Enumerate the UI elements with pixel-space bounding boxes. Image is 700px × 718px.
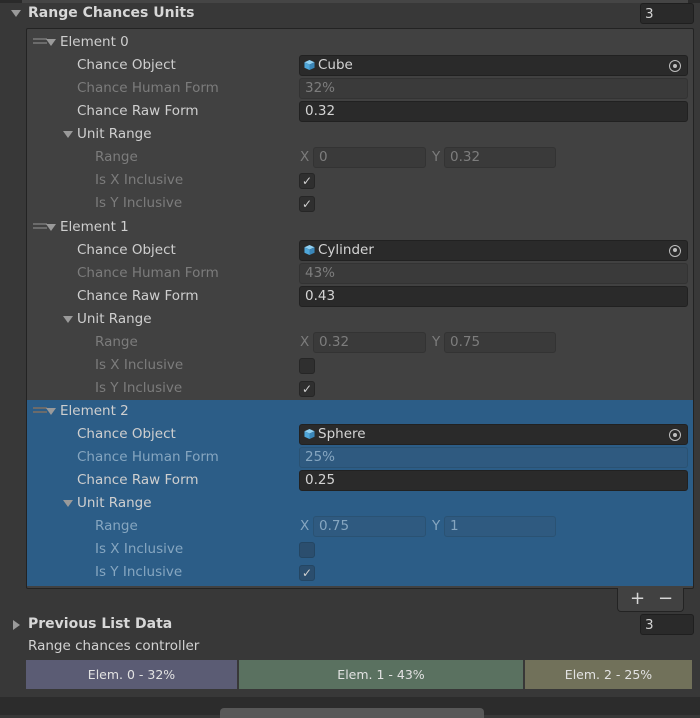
is-y-inclusive-checkbox[interactable]: ✓ xyxy=(299,380,315,397)
triangle-down-icon[interactable] xyxy=(63,315,73,323)
object-picker-icon[interactable] xyxy=(669,429,681,441)
chance-object-value: Cylinder xyxy=(318,241,374,258)
unit-range-label[interactable]: Unit Range xyxy=(77,495,152,511)
drag-handle-icon[interactable] xyxy=(33,222,47,229)
chance-object-label: Chance Object xyxy=(77,241,176,258)
range-x-label: X xyxy=(300,518,310,534)
range-x-field: 0 xyxy=(313,147,426,168)
is-x-inclusive-label: Is X Inclusive xyxy=(95,541,184,557)
range-chances-units-label[interactable]: Range Chances Units xyxy=(28,5,194,21)
chance-human-form-field: 43% xyxy=(299,262,688,284)
range-x-field: 0.75 xyxy=(313,516,426,537)
chance-raw-form-field[interactable]: 0.32 xyxy=(299,101,688,122)
range-segment-1[interactable]: Elem. 1 - 43% xyxy=(239,660,523,689)
range-y-label: Y xyxy=(432,518,441,534)
triangle-down-icon[interactable] xyxy=(63,131,73,138)
drag-handle-icon[interactable] xyxy=(33,38,47,44)
range-y-field: 0.32 xyxy=(444,147,556,168)
is-x-inclusive-checkbox[interactable] xyxy=(299,357,315,374)
chance-object-value: Sphere xyxy=(318,426,366,442)
range-chances-controller-title: Range chances controller xyxy=(28,638,200,654)
triangle-right-icon[interactable] xyxy=(13,620,20,630)
cube-icon xyxy=(304,59,315,71)
triangle-down-icon[interactable] xyxy=(63,500,73,507)
is-x-inclusive-label: Is X Inclusive xyxy=(95,172,184,188)
chance-human-form-field: 32% xyxy=(299,78,688,99)
triangle-down-icon[interactable] xyxy=(46,223,56,231)
chance-object-value: Cube xyxy=(318,57,353,73)
is-y-inclusive-label: Is Y Inclusive xyxy=(95,379,183,396)
checkmark-icon: ✓ xyxy=(301,197,313,211)
object-picker-icon[interactable] xyxy=(669,244,681,257)
range-x-field: 0.32 xyxy=(313,331,426,353)
triangle-down-icon[interactable] xyxy=(46,408,56,415)
checkmark-icon: ✓ xyxy=(301,566,313,580)
remove-element-button[interactable]: − xyxy=(658,588,673,610)
cube-icon xyxy=(304,428,315,440)
range-y-label: Y xyxy=(432,149,441,165)
drag-handle-icon[interactable] xyxy=(33,407,47,413)
chance-human-form-field: 25% xyxy=(299,447,688,468)
checkmark-icon: ✓ xyxy=(301,381,313,396)
range-segment-2[interactable]: Elem. 2 - 25% xyxy=(525,660,692,689)
range-x-label: X xyxy=(300,149,310,165)
chance-raw-form-label: Chance Raw Form xyxy=(77,287,199,304)
chance-object-field[interactable]: Cylinder xyxy=(299,239,688,261)
add-element-button[interactable]: + xyxy=(630,588,645,610)
previous-list-data-label[interactable]: Previous List Data xyxy=(28,616,172,632)
range-label: Range xyxy=(95,149,138,165)
is-x-inclusive-checkbox[interactable] xyxy=(299,542,315,558)
is-y-inclusive-label: Is Y Inclusive xyxy=(95,195,183,211)
range-y-label: Y xyxy=(432,333,441,350)
is-x-inclusive-checkbox[interactable]: ✓ xyxy=(299,173,315,189)
object-picker-icon[interactable] xyxy=(669,60,681,72)
chance-object-field[interactable]: Sphere xyxy=(299,424,688,445)
chance-object-label: Chance Object xyxy=(77,57,176,73)
range-chances-units-count[interactable]: 3 xyxy=(640,3,694,24)
is-x-inclusive-label: Is X Inclusive xyxy=(95,356,184,373)
chance-raw-form-label: Chance Raw Form xyxy=(77,103,199,119)
chance-raw-form-field[interactable]: 0.25 xyxy=(299,470,688,491)
top-edge-inner xyxy=(22,0,688,3)
chance-human-form-label: Chance Human Form xyxy=(77,264,219,281)
element-label[interactable]: Element 1 xyxy=(60,219,129,235)
list-footer: + − xyxy=(617,588,684,612)
is-y-inclusive-checkbox[interactable]: ✓ xyxy=(299,196,315,212)
chance-object-label: Chance Object xyxy=(77,426,176,442)
chance-human-form-label: Chance Human Form xyxy=(77,449,219,465)
element-label[interactable]: Element 2 xyxy=(60,403,129,419)
element-label[interactable]: Element 0 xyxy=(60,34,129,50)
unit-range-label[interactable]: Unit Range xyxy=(77,311,152,327)
range-x-label: X xyxy=(300,333,310,350)
range-label: Range xyxy=(95,333,138,350)
triangle-down-icon[interactable] xyxy=(46,39,56,46)
is-y-inclusive-checkbox[interactable]: ✓ xyxy=(299,565,315,581)
is-y-inclusive-label: Is Y Inclusive xyxy=(95,564,183,580)
triangle-down-icon[interactable] xyxy=(11,10,21,17)
chance-raw-form-label: Chance Raw Form xyxy=(77,472,199,488)
range-y-field: 1 xyxy=(444,516,556,537)
chance-human-form-label: Chance Human Form xyxy=(77,80,219,96)
previous-list-data-count[interactable]: 3 xyxy=(640,614,694,635)
unit-range-label[interactable]: Unit Range xyxy=(77,126,152,142)
chance-object-field[interactable]: Cube xyxy=(299,55,688,76)
cube-icon xyxy=(304,244,315,255)
chance-raw-form-field[interactable]: 0.43 xyxy=(299,285,688,307)
range-y-field: 0.75 xyxy=(444,331,556,353)
bottom-button[interactable] xyxy=(220,708,484,718)
range-segment-0[interactable]: Elem. 0 - 32% xyxy=(26,660,237,689)
range-label: Range xyxy=(95,518,138,534)
